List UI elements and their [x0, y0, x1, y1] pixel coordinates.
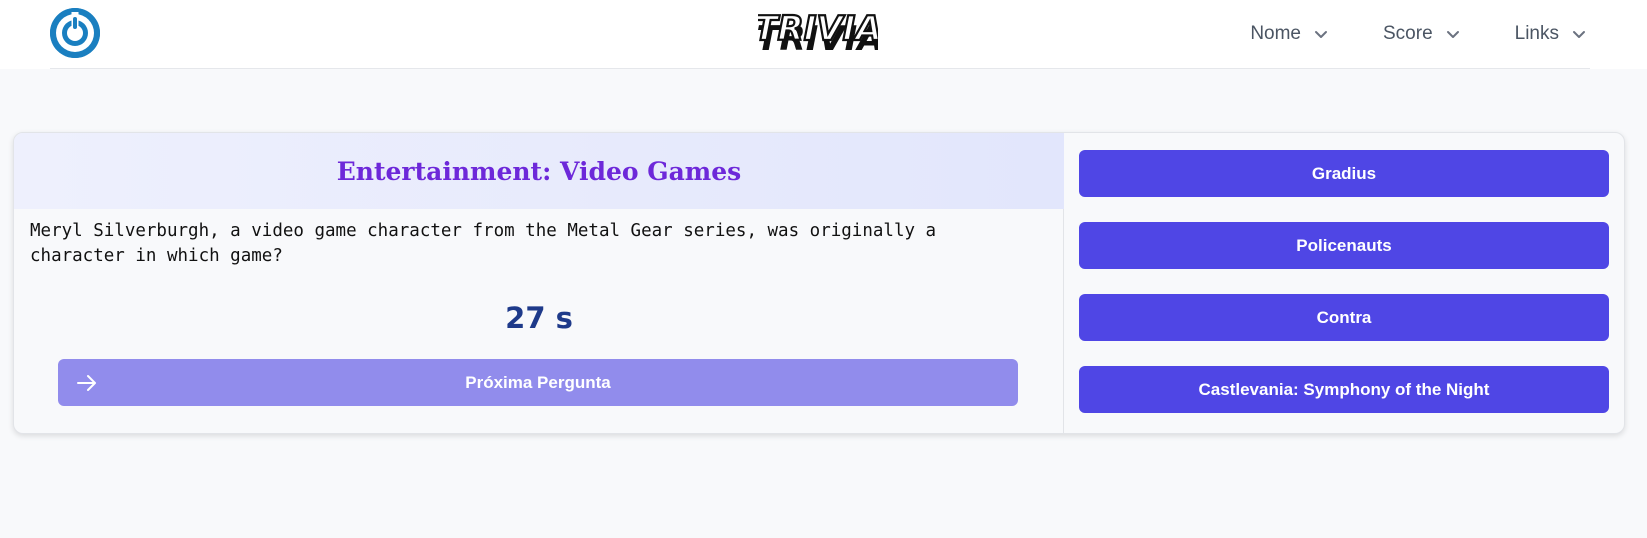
question-text: Meryl Silverburgh, a video game characte… — [30, 221, 937, 266]
brand-logo[interactable]: TRIVIA TRIVIA — [758, 8, 878, 56]
nav-score-dropdown[interactable]: Score — [1383, 23, 1461, 45]
nav-nome-dropdown[interactable]: Nome — [1250, 23, 1329, 45]
answer-option-4[interactable]: Castlevania: Symphony of the Night — [1079, 366, 1609, 413]
category-title: Entertainment: Video Games — [336, 156, 742, 186]
answer-option-1[interactable]: Gradius — [1079, 150, 1609, 197]
question-pane: Entertainment: Video Games Meryl Silverb… — [14, 133, 1064, 433]
power-icon[interactable] — [50, 8, 100, 58]
top-navbar: TRIVIA TRIVIA Nome Score Links — [0, 0, 1647, 69]
nav-links-dropdown[interactable]: Links — [1515, 23, 1587, 45]
answer-option-2[interactable]: Policenauts — [1079, 222, 1609, 269]
nav-score-label: Score — [1383, 23, 1433, 44]
countdown-timer: 27 s — [505, 301, 573, 335]
arrow-right-icon — [74, 370, 100, 396]
chevron-down-icon — [1445, 26, 1461, 42]
chevron-down-icon — [1313, 26, 1329, 42]
brand-text: TRIVIA — [758, 9, 878, 49]
chevron-down-icon — [1571, 26, 1587, 42]
question-card: Entertainment: Video Games Meryl Silverb… — [13, 132, 1625, 434]
next-question-button[interactable]: Próxima Pergunta — [58, 359, 1018, 406]
next-question-label: Próxima Pergunta — [465, 372, 611, 392]
main-nav: Nome Score Links — [1250, 0, 1587, 68]
nav-links-label: Links — [1514, 23, 1559, 44]
answer-option-3[interactable]: Contra — [1079, 294, 1609, 341]
header-divider — [50, 68, 1590, 69]
answer-list: Gradius Policenauts Contra Castlevania: … — [1079, 150, 1609, 433]
category-banner: Entertainment: Video Games — [14, 133, 1064, 209]
nav-nome-label: Nome — [1250, 23, 1301, 44]
